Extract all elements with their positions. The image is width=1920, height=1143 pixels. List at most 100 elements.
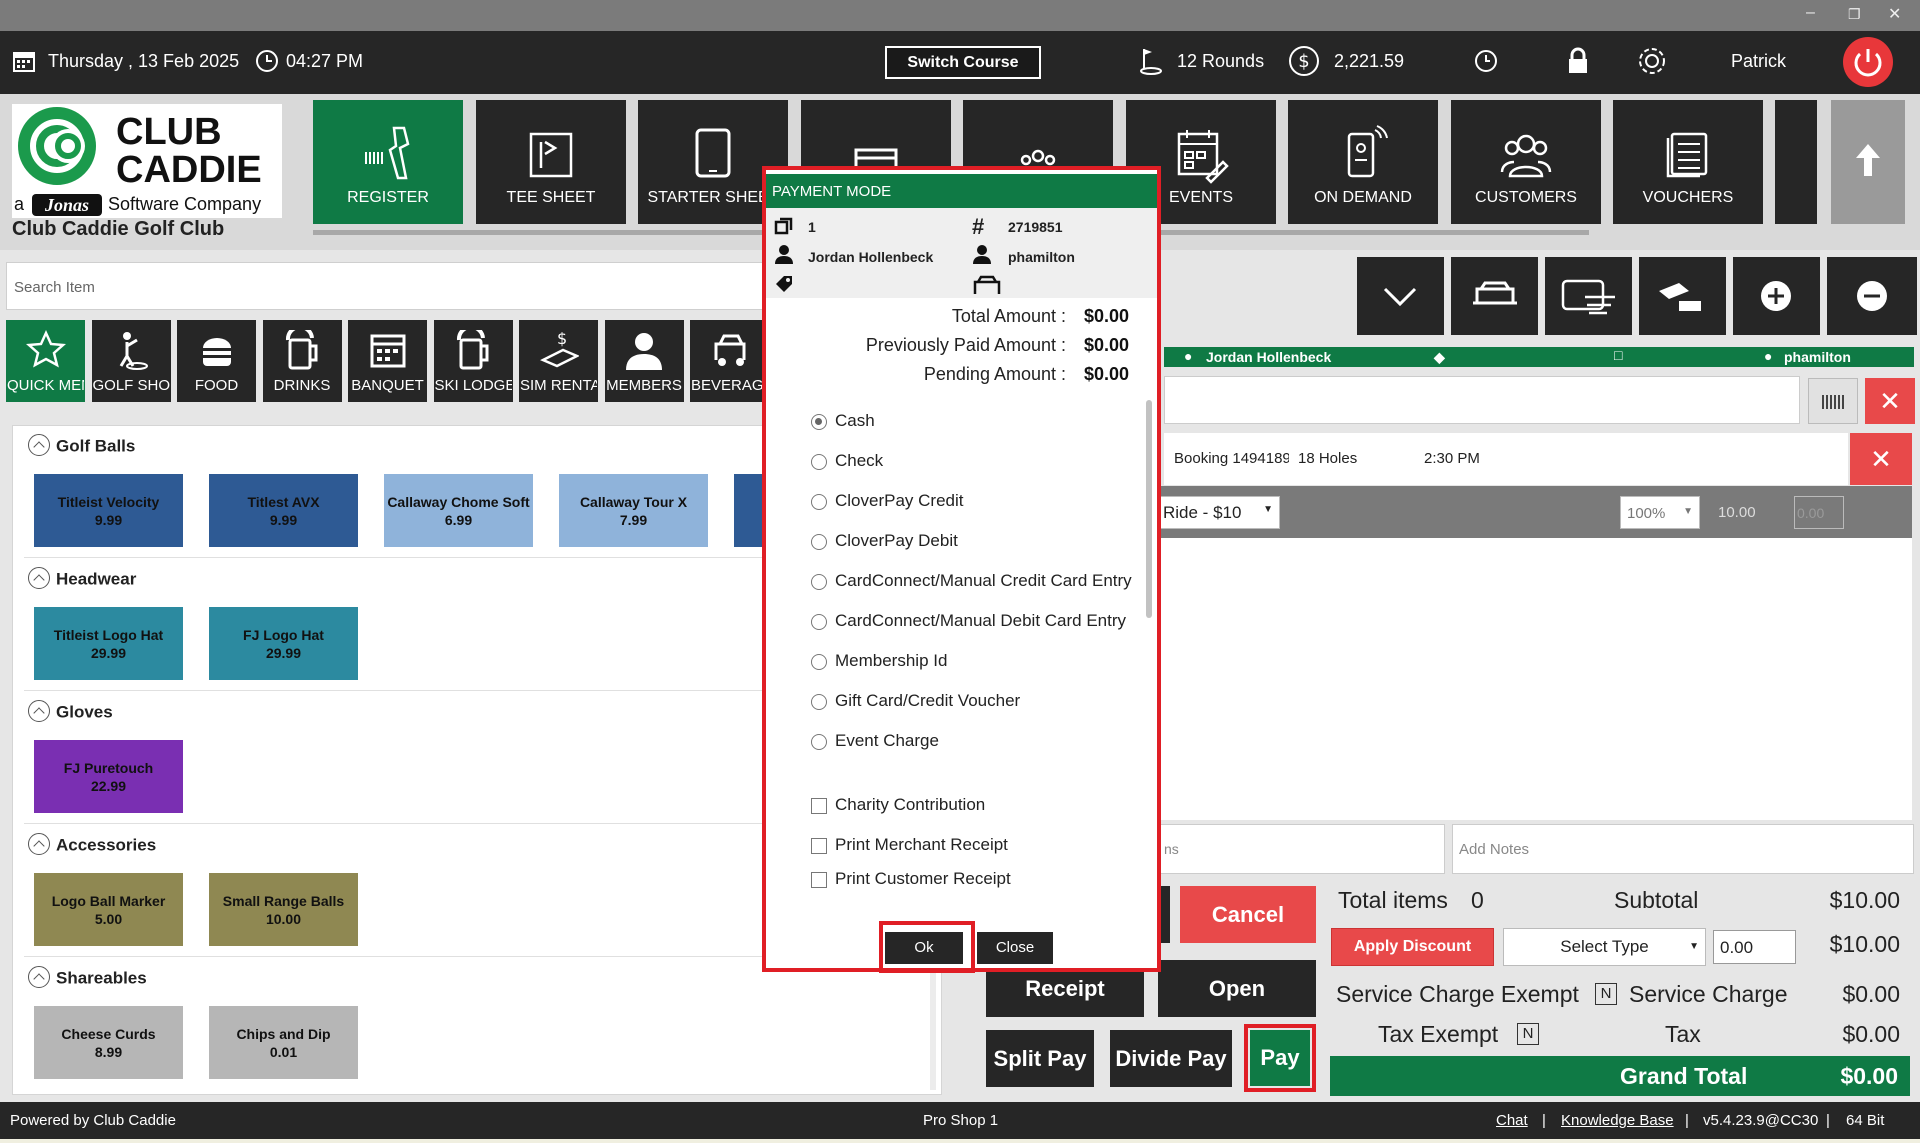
booking-row[interactable]: Booking 1494189 18 Holes 2:30 PM <box>1164 433 1848 485</box>
payment-radio[interactable] <box>811 454 827 470</box>
item-tile[interactable]: FJ Logo Hat 29.99 <box>209 607 358 680</box>
chevron-up-icon[interactable] <box>28 966 50 988</box>
payment-option-label[interactable]: CardConnect/Manual Credit Card Entry <box>835 571 1132 591</box>
remove-booking-button[interactable]: ✕ <box>1850 433 1912 485</box>
payment-option-label[interactable]: CloverPay Debit <box>835 531 958 551</box>
divide-pay-button[interactable]: Divide Pay <box>1110 1030 1232 1087</box>
net-price-input[interactable]: 0.00 <box>1794 496 1844 529</box>
notes-left-input[interactable]: ns <box>1160 824 1445 874</box>
switch-course-button[interactable]: Switch Course <box>885 46 1041 79</box>
dialog-scrollbar[interactable] <box>1146 400 1152 618</box>
payment-radio[interactable] <box>811 414 827 430</box>
clear-barcode-button[interactable]: ✕ <box>1865 378 1915 424</box>
barcode-input[interactable] <box>1164 376 1800 424</box>
nav-vouchers-button[interactable]: VOUCHERS <box>1613 100 1763 224</box>
payment-option-label[interactable]: CardConnect/Manual Debit Card Entry <box>835 611 1126 631</box>
category-sim-rental-button[interactable]: $ SIM RENTAL <box>519 320 598 402</box>
nav-register-button[interactable]: REGISTER <box>313 100 463 224</box>
gear-icon[interactable] <box>1636 45 1668 82</box>
checkbox-label[interactable]: Charity Contribution <box>835 795 985 815</box>
close-button[interactable]: Close <box>977 932 1053 964</box>
item-tile[interactable]: Chips and Dip 0.01 <box>209 1006 358 1079</box>
transfer-button[interactable] <box>1639 257 1726 335</box>
chat-link[interactable]: Chat <box>1496 1112 1528 1129</box>
option-checkbox[interactable] <box>811 872 827 888</box>
open-button[interactable]: Open <box>1158 960 1316 1017</box>
search-input[interactable]: Search Item <box>6 262 766 310</box>
item-tile[interactable] <box>734 474 764 547</box>
category-golf-shop-button[interactable]: GOLF SHOP <box>91 320 171 402</box>
close-window-icon[interactable]: ✕ <box>1888 4 1901 24</box>
tax-exempt-flag[interactable]: N <box>1517 1023 1539 1045</box>
scroll-up-button[interactable] <box>1831 100 1905 224</box>
payment-radio[interactable] <box>811 574 827 590</box>
category-ski-lodge-button[interactable]: SKI LODGE <box>433 320 513 402</box>
item-tile[interactable]: Titleist Velocity 9.99 <box>34 474 183 547</box>
category-members-button[interactable]: MEMBERS <box>604 320 684 402</box>
item-tile[interactable]: FJ Puretouch 22.99 <box>34 740 183 813</box>
checkbox-label[interactable]: Print Customer Receipt <box>835 869 1011 889</box>
section-header[interactable]: Shareables <box>28 966 147 990</box>
split-pay-button[interactable]: Split Pay <box>986 1030 1094 1087</box>
payment-option-label[interactable]: CloverPay Credit <box>835 491 964 511</box>
section-header[interactable]: Accessories <box>28 833 156 857</box>
power-button[interactable] <box>1843 37 1893 87</box>
option-checkbox[interactable] <box>811 838 827 854</box>
payment-option-label[interactable]: Membership Id <box>835 651 947 671</box>
item-select[interactable]: Ride - $10 ▼ <box>1160 496 1280 529</box>
minimize-icon[interactable]: – <box>1806 4 1815 22</box>
item-tile[interactable]: Callaway Tour X 7.99 <box>559 474 708 547</box>
item-tile[interactable]: Callaway Chome Soft 6.99 <box>384 474 533 547</box>
category-beverage-button[interactable]: BEVERAGE <box>690 320 769 402</box>
payment-option-label[interactable]: Cash <box>835 411 875 431</box>
payment-radio[interactable] <box>811 534 827 550</box>
nav-overflow-button[interactable] <box>1775 100 1817 224</box>
nav-on-demand-button[interactable]: ON DEMAND <box>1288 100 1438 224</box>
collapse-button[interactable] <box>1357 257 1444 335</box>
cancel-button[interactable]: Cancel <box>1180 886 1316 943</box>
payment-radio[interactable] <box>811 614 827 630</box>
barcode-button[interactable] <box>1808 378 1858 424</box>
pay-button[interactable]: Pay <box>1250 1030 1310 1086</box>
chevron-up-icon[interactable] <box>28 833 50 855</box>
nav-tee-sheet-button[interactable]: TEE SHEET <box>476 100 626 224</box>
add-notes-input[interactable]: Add Notes <box>1452 824 1914 874</box>
payment-radio[interactable] <box>811 694 827 710</box>
item-tile[interactable]: Titleist Logo Hat 29.99 <box>34 607 183 680</box>
payment-option-label[interactable]: Gift Card/Credit Voucher <box>835 691 1020 711</box>
checkbox-label[interactable]: Print Merchant Receipt <box>835 835 1008 855</box>
payment-radio[interactable] <box>811 494 827 510</box>
section-header[interactable]: Golf Balls <box>28 434 135 458</box>
item-tile[interactable]: Logo Ball Marker 5.00 <box>34 873 183 946</box>
touch-button[interactable] <box>1545 257 1632 335</box>
section-header[interactable]: Gloves <box>28 700 113 724</box>
apply-discount-button[interactable]: Apply Discount <box>1331 928 1494 966</box>
section-header[interactable]: Headwear <box>28 567 136 591</box>
chevron-up-icon[interactable] <box>28 434 50 456</box>
item-tile[interactable]: Small Range Balls 10.00 <box>209 873 358 946</box>
cart-button[interactable] <box>1451 257 1538 335</box>
remove-button[interactable] <box>1827 257 1917 335</box>
payment-radio[interactable] <box>811 734 827 750</box>
payment-radio[interactable] <box>811 654 827 670</box>
discount-value-input[interactable]: 0.00 <box>1713 930 1796 964</box>
lock-icon[interactable] <box>1567 47 1589 80</box>
category-quick-menu-button[interactable]: QUICK MENU <box>6 320 85 402</box>
knowledge-base-link[interactable]: Knowledge Base <box>1561 1112 1674 1129</box>
add-button[interactable] <box>1733 257 1820 335</box>
history-icon[interactable] <box>1474 49 1498 78</box>
item-tile[interactable]: Titlest AVX 9.99 <box>209 474 358 547</box>
payment-option-label[interactable]: Check <box>835 451 883 471</box>
ok-button[interactable]: Ok <box>885 932 963 964</box>
restore-icon[interactable]: ❐ <box>1848 6 1861 23</box>
service-charge-exempt-flag[interactable]: N <box>1595 983 1617 1005</box>
discount-pct-select[interactable]: 100% ▼ <box>1620 496 1700 529</box>
nav-customers-button[interactable]: CUSTOMERS <box>1451 100 1601 224</box>
chevron-up-icon[interactable] <box>28 700 50 722</box>
item-tile[interactable]: Cheese Curds 8.99 <box>34 1006 183 1079</box>
chevron-up-icon[interactable] <box>28 567 50 589</box>
discount-type-select[interactable]: Select Type ▼ <box>1503 928 1706 966</box>
category-banquet-button[interactable]: BANQUET <box>348 320 427 402</box>
category-food-button[interactable]: FOOD <box>177 320 256 402</box>
category-drinks-button[interactable]: DRINKS <box>262 320 342 402</box>
